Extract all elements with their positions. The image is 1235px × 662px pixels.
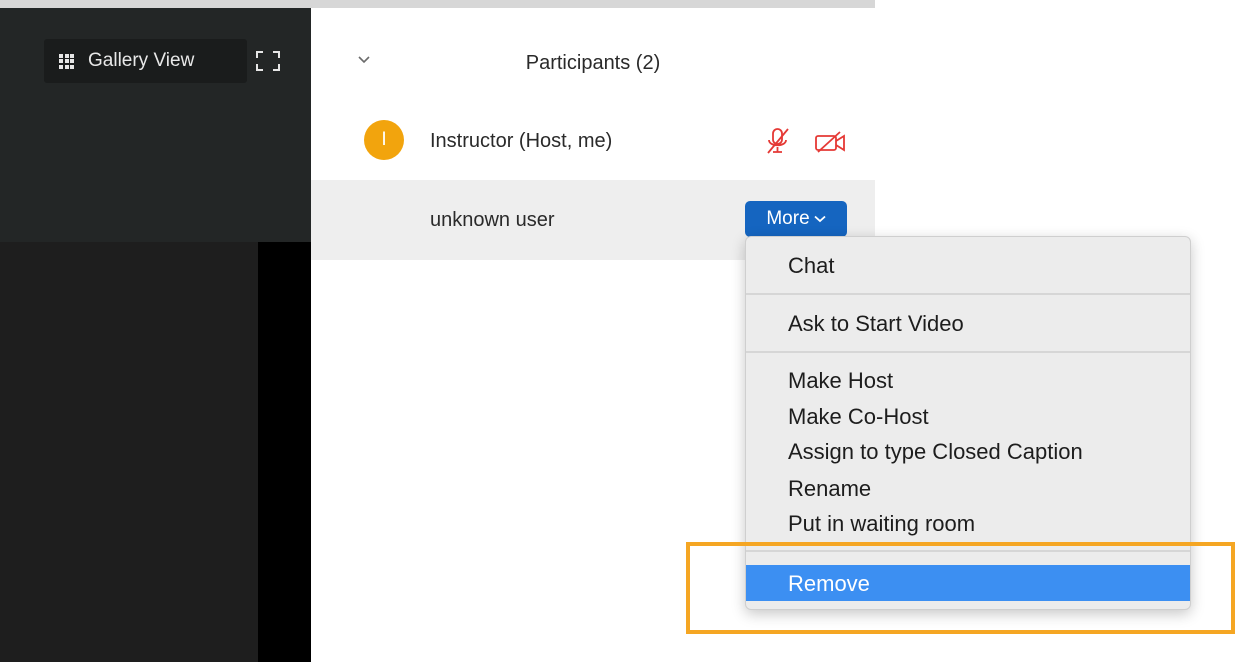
menu-item-make-co-host[interactable]: Make Co-Host [746,398,1190,434]
menu-item-label: Put in waiting room [788,511,976,536]
menu-item-chat[interactable]: Chat [746,247,1190,283]
menu-item-label: Rename [788,476,872,501]
top-strip [0,0,875,8]
menu-item-label: Make Host [788,368,894,393]
menu-item-assign-closed-caption[interactable]: Assign to type Closed Caption [746,433,1190,469]
participant-name: Instructor (Host, me) [430,130,613,152]
gallery-view-label: Gallery View [88,50,195,71]
fullscreen-icon[interactable] [255,50,281,72]
menu-divider [746,293,1190,295]
menu-item-label: Chat [788,253,835,278]
more-dropdown-menu: Chat Ask to Start Video Make Host Make C… [745,236,1191,610]
menu-divider [746,351,1190,353]
video-tile [0,242,258,662]
menu-item-label: Assign to type Closed Caption [788,439,1083,464]
participant-row[interactable]: I Instructor (Host, me) [311,101,875,179]
menu-item-ask-to-start-video[interactable]: Ask to Start Video [746,305,1190,341]
video-tile-black [258,242,311,662]
grid-icon [59,53,74,69]
menu-item-put-in-waiting-room[interactable]: Put in waiting room [746,505,1190,541]
menu-item-make-host[interactable]: Make Host [746,362,1190,398]
menu-item-label: Ask to Start Video [788,311,964,336]
more-label: More [766,208,810,229]
chevron-down-icon [814,211,826,226]
participants-title: Participants (2) [525,52,661,74]
video-area: Gallery View [0,8,311,662]
gallery-view-button[interactable]: Gallery View [44,39,247,83]
avatar: I [364,120,404,160]
video-off-icon[interactable] [814,130,848,159]
microphone-muted-icon[interactable] [765,126,791,161]
menu-item-label: Make Co-Host [788,404,929,429]
menu-item-rename[interactable]: Rename [746,470,1190,506]
menu-divider [746,550,1190,552]
menu-item-label: Remove [788,571,870,596]
menu-item-remove[interactable]: Remove [746,565,1190,601]
more-button[interactable]: More [745,201,847,237]
participant-name: unknown user [430,209,555,231]
